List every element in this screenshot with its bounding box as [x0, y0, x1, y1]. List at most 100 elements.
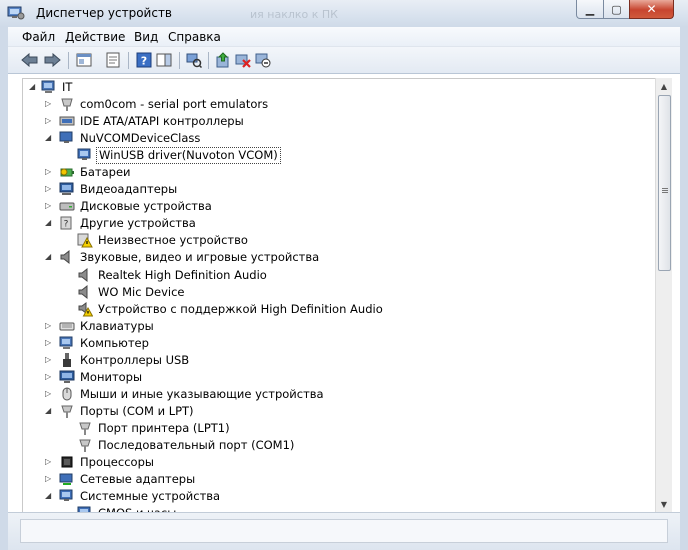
tree-category-item[interactable]: ▷ Мыши и иные указывающие устройства	[23, 386, 643, 402]
chevron-up-icon: ▲	[660, 81, 668, 91]
uninstall-button[interactable]	[233, 50, 253, 70]
toolbar: ?	[8, 47, 680, 74]
battery-icon	[60, 168, 74, 177]
unknown-device-warning-icon	[77, 233, 93, 248]
tree-item-label: Процессоры	[80, 455, 154, 470]
port-icon	[79, 422, 91, 435]
monitor-icon	[59, 370, 75, 383]
minimize-button[interactable]: ▁	[576, 0, 604, 19]
keyboard-icon	[59, 322, 75, 331]
expanded-arrow-icon[interactable]: ◢	[45, 406, 54, 415]
menu-file[interactable]: Файл	[22, 30, 55, 44]
tree-category-item[interactable]: ▷ Компьютер	[23, 335, 643, 351]
ide-controller-icon	[59, 116, 75, 126]
collapsed-arrow-icon[interactable]: ▷	[45, 321, 54, 330]
speaker-icon	[60, 250, 70, 265]
menu-action[interactable]: Действие	[65, 30, 125, 44]
tree-device-item[interactable]: Порт принтера (LPT1)	[23, 420, 643, 436]
computer-icon	[59, 336, 73, 349]
collapsed-arrow-icon[interactable]: ▷	[45, 389, 54, 398]
tree-item-label: Мониторы	[80, 369, 143, 384]
collapsed-arrow-icon[interactable]: ▷	[45, 201, 54, 210]
usb-device-icon	[77, 148, 91, 161]
status-bar	[8, 512, 680, 550]
expanded-arrow-icon[interactable]: ◢	[45, 218, 54, 227]
scrollbar-thumb[interactable]	[658, 95, 671, 271]
tree-category-item[interactable]: ◢ Порты (COM и LPT)	[23, 403, 643, 419]
collapsed-arrow-icon[interactable]: ▷	[45, 99, 54, 108]
speaker-warning-icon	[78, 301, 93, 317]
collapsed-arrow-icon[interactable]: ▷	[45, 372, 54, 381]
collapsed-arrow-icon[interactable]: ▷	[45, 338, 54, 347]
properties-button[interactable]	[74, 50, 94, 70]
computer-icon	[41, 80, 55, 93]
tree-device-item[interactable]: CMOS и часы	[23, 505, 643, 512]
minimize-icon: ▁	[585, 2, 595, 16]
expanded-arrow-icon[interactable]: ◢	[45, 252, 54, 261]
close-button[interactable]: ✕	[629, 0, 674, 19]
close-icon: ✕	[646, 2, 657, 16]
tree-category-item[interactable]: ◢ Звуковые, видео и игровые устройства	[23, 249, 643, 265]
properties-icon	[76, 53, 92, 67]
tree-category-item[interactable]: ▷ com0com - serial port emulators	[23, 96, 643, 112]
action-pane-button[interactable]	[154, 50, 174, 70]
expanded-arrow-icon[interactable]: ◢	[45, 491, 54, 500]
tree-category-item[interactable]: ◢? Другие устройства	[23, 215, 643, 231]
scroll-down-button[interactable]: ▼	[656, 496, 672, 512]
tree-device-item[interactable]: Неизвестное устройство	[23, 232, 643, 248]
scan-hardware-button[interactable]	[184, 50, 204, 70]
disable-device-button[interactable]	[253, 50, 273, 70]
collapsed-arrow-icon[interactable]: ▷	[45, 355, 54, 364]
tree-root-label: IT	[62, 80, 73, 94]
expanded-arrow-icon[interactable]: ◢	[29, 82, 38, 91]
tree-root[interactable]: ◢ IT	[23, 79, 423, 95]
toolbar-separator	[68, 52, 69, 69]
collapsed-arrow-icon[interactable]: ▷	[45, 116, 54, 125]
tree-device-item[interactable]: Realtek High Definition Audio	[23, 267, 643, 283]
maximize-button[interactable]: ▢	[603, 0, 630, 19]
svg-text:?: ?	[141, 55, 147, 68]
tree-category-item[interactable]: ▷ Процессоры	[23, 454, 643, 470]
tree-item-label: IDE ATA/ATAPI контроллеры	[80, 114, 244, 129]
tree-item-label: Устройство с поддержкой High Definition …	[98, 301, 383, 316]
disable-device-icon	[255, 53, 271, 68]
menu-view[interactable]: Вид	[134, 30, 158, 44]
tree-category-item[interactable]: ▷ Батареи	[23, 164, 643, 180]
back-button[interactable]	[20, 50, 40, 70]
scroll-up-button[interactable]: ▲	[656, 78, 672, 94]
toolbar-separator	[208, 52, 209, 69]
tree-category-item[interactable]: ▷ Дисковые устройства	[23, 198, 643, 214]
tree-category-item[interactable]: ◢ Системные устройства	[23, 488, 643, 504]
menu-help[interactable]: Справка	[168, 30, 221, 44]
tree-category-item[interactable]: ◢ NuVCOMDeviceClass	[23, 130, 643, 146]
tree-category-item[interactable]: ▷ IDE ATA/ATAPI контроллеры	[23, 113, 643, 129]
expanded-arrow-icon[interactable]: ◢	[45, 133, 54, 142]
collapsed-arrow-icon[interactable]: ▷	[45, 184, 54, 193]
tree-device-item[interactable]: Устройство с поддержкой High Definition …	[23, 301, 643, 317]
help-button[interactable]: ?	[134, 50, 154, 70]
tree-category-item[interactable]: ▷ Клавиатуры	[23, 318, 643, 334]
tree-category-item[interactable]: ▷ Сетевые адаптеры	[23, 471, 643, 487]
forward-button[interactable]	[42, 50, 62, 70]
tree-category-item[interactable]: ▷ Видеоадаптеры	[23, 181, 643, 197]
collapsed-arrow-icon[interactable]: ▷	[45, 457, 54, 466]
update-driver-button[interactable]	[213, 50, 233, 70]
status-field	[20, 519, 668, 543]
tree-item-label: Сетевые адаптеры	[80, 472, 196, 487]
collapsed-arrow-icon[interactable]: ▷	[45, 167, 54, 176]
vertical-scrollbar[interactable]: ▲ ▼	[655, 78, 672, 512]
title-bar: ия наклко к ПК Диспетчер устройств ▁ ▢ ✕	[0, 0, 688, 27]
tree-device-item[interactable]: WinUSB driver(Nuvoton VCOM)	[23, 147, 643, 165]
system-devices-icon	[77, 506, 91, 512]
toolbar-separator	[128, 52, 129, 69]
tree-category-item[interactable]: ▷ Контроллеры USB	[23, 352, 643, 368]
mouse-icon	[62, 387, 72, 401]
tree-device-item[interactable]: WO Mic Device	[23, 284, 643, 300]
tree-item-label: WO Mic Device	[98, 284, 185, 299]
window-frame-left	[0, 27, 8, 550]
tree-device-item[interactable]: Последовательный порт (COM1)	[23, 437, 643, 453]
show-hide-button[interactable]	[103, 50, 123, 70]
tree-item-label: Realtek High Definition Audio	[98, 267, 267, 282]
tree-category-item[interactable]: ▷ Мониторы	[23, 369, 643, 385]
collapsed-arrow-icon[interactable]: ▷	[45, 474, 54, 483]
